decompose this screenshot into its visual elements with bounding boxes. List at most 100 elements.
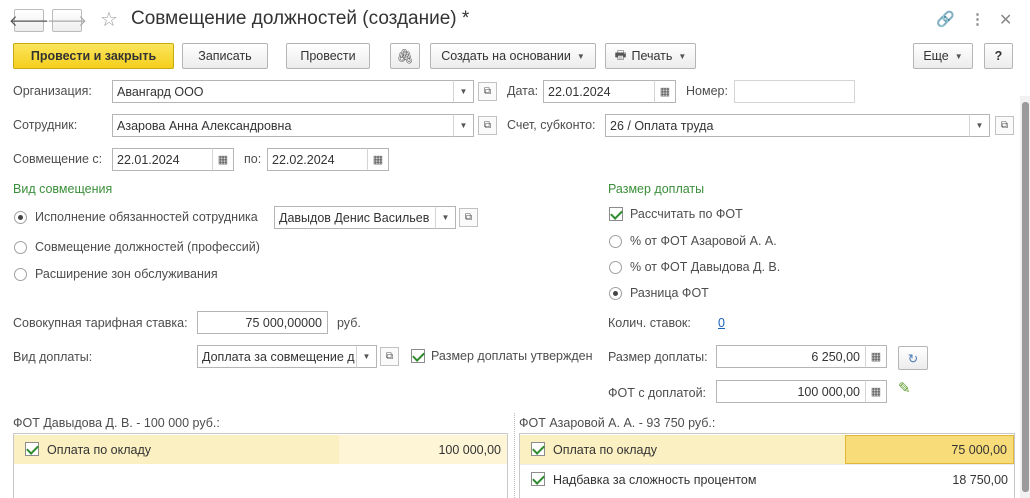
create-based-button[interactable]: Создать на основании ▼: [430, 43, 596, 69]
row-value[interactable]: 75 000,00: [845, 435, 1014, 464]
chevron-down-icon: ▼: [678, 51, 687, 61]
account-label: Счет, субконто:: [507, 118, 596, 132]
attach-button[interactable]: 🖇: [390, 43, 420, 69]
more-icon[interactable]: ⋮: [970, 10, 985, 28]
scrollbar-thumb[interactable]: [1022, 102, 1029, 492]
account-dropdown-button[interactable]: ▼: [969, 114, 990, 137]
kind-radio-1[interactable]: [14, 241, 27, 254]
vertical-scrollbar[interactable]: [1020, 96, 1030, 498]
open-icon: ⧉: [385, 351, 394, 362]
fot-total-label: ФОТ с доплатой:: [608, 386, 707, 400]
period-to-field[interactable]: 22.02.2024: [267, 148, 368, 171]
surcharge-type-value: Доплата за совмещение д: [202, 349, 355, 364]
tariff-field[interactable]: 75 000,00000: [197, 311, 328, 334]
forward-button[interactable]: 🡒: [47, 9, 87, 32]
arrow-left-icon: 🡐: [8, 13, 50, 30]
print-button[interactable]: 🖶 Печать ▼: [605, 43, 696, 69]
tariff-label: Совокупная тарифная ставка:: [13, 316, 188, 330]
period-from-value: 22.01.2024: [117, 152, 180, 167]
org-label: Организация:: [13, 84, 92, 98]
surcharge-radio-1[interactable]: [609, 261, 622, 274]
row-name: Оплата по окладу: [553, 443, 658, 457]
calculator-icon: ▦: [870, 351, 882, 363]
kind-option-label: Исполнение обязанностей сотрудника: [35, 210, 258, 224]
help-label: ?: [994, 49, 1003, 63]
org-value: Авангард ООО: [117, 84, 204, 99]
employee-field[interactable]: Азарова Анна Александровна: [112, 114, 454, 137]
replaced-employee-field[interactable]: Давыдов Денис Васильев: [274, 206, 436, 229]
replaced-employee-dropdown-button[interactable]: ▼: [435, 206, 456, 229]
help-button[interactable]: ?: [984, 43, 1013, 69]
post-button[interactable]: Провести: [286, 43, 370, 69]
approved-checkbox[interactable]: [411, 349, 425, 363]
org-dropdown-button[interactable]: ▼: [453, 80, 474, 103]
employee-open-button[interactable]: ⧉: [478, 116, 497, 135]
surcharge-type-dropdown-button[interactable]: ▼: [356, 345, 377, 368]
refresh-icon: ↻: [907, 351, 919, 366]
chevron-down-icon: ▼: [459, 87, 468, 96]
fot-total-field[interactable]: 100 000,00: [716, 380, 866, 403]
replaced-employee-open-button[interactable]: ⧉: [459, 208, 478, 227]
row-checkbox[interactable]: [531, 472, 545, 486]
print-label: Печать: [631, 49, 673, 63]
date-calendar-button[interactable]: ▦: [654, 80, 676, 103]
divider: [514, 413, 515, 498]
row-checkbox[interactable]: [25, 442, 39, 456]
amount-field[interactable]: 6 250,00: [716, 345, 866, 368]
period-from-calendar-button[interactable]: ▦: [212, 148, 234, 171]
row-value: 100 000,00: [339, 435, 507, 464]
row-value: 18 750,00: [952, 472, 1008, 487]
surcharge-option-label: % от ФОТ Давыдова Д. В.: [630, 260, 781, 274]
number-label: Номер:: [686, 84, 728, 98]
refresh-button[interactable]: ↻: [898, 346, 928, 370]
close-icon[interactable]: ✕: [999, 10, 1012, 30]
surcharge-type-field[interactable]: Доплата за совмещение д: [197, 345, 357, 368]
post-close-label: Провести и закрыть: [30, 49, 157, 63]
account-field[interactable]: 26 / Оплата труда: [605, 114, 970, 137]
amount-calc-button[interactable]: ▦: [865, 345, 887, 368]
kind-radio-0[interactable]: [14, 211, 27, 224]
account-open-button[interactable]: ⧉: [995, 116, 1014, 135]
calc-by-fot-checkbox[interactable]: [609, 207, 623, 221]
fot-right-caption: ФОТ Азаровой А. А. - 93 750 руб.:: [519, 416, 716, 430]
date-label: Дата:: [507, 84, 539, 98]
org-open-button[interactable]: ⧉: [478, 82, 497, 101]
kind-radio-2[interactable]: [14, 268, 27, 281]
amount-value: 6 250,00: [811, 349, 860, 364]
save-button[interactable]: Записать: [182, 43, 268, 69]
post-label: Провести: [300, 49, 356, 63]
number-field[interactable]: [734, 80, 855, 103]
surcharge-type-label: Вид доплаты:: [13, 350, 93, 364]
employee-value: Азарова Анна Александровна: [117, 118, 292, 133]
printer-icon: 🖶: [614, 47, 627, 62]
date-value: 22.01.2024: [548, 84, 611, 99]
kind-heading: Вид совмещения: [13, 182, 113, 196]
account-value: 26 / Оплата труда: [610, 118, 714, 133]
star-icon[interactable]: ☆: [100, 7, 118, 32]
org-field[interactable]: Авангард ООО: [112, 80, 454, 103]
surcharge-type-open-button[interactable]: ⧉: [380, 347, 399, 366]
rates-link[interactable]: 0: [718, 316, 725, 330]
surcharge-radio-0[interactable]: [609, 235, 622, 248]
post-close-button[interactable]: Провести и закрыть: [13, 43, 174, 69]
period-to-calendar-button[interactable]: ▦: [367, 148, 389, 171]
table-row[interactable]: Оплата по окладу 100 000,00: [14, 435, 507, 464]
date-field[interactable]: 22.01.2024: [543, 80, 656, 103]
back-button[interactable]: 🡐: [9, 9, 49, 32]
more-button[interactable]: Еще ▼: [913, 43, 973, 69]
fot-total-value: 100 000,00: [797, 384, 860, 399]
link-icon[interactable]: 🔗: [936, 10, 955, 28]
replaced-employee-value: Давыдов Денис Васильев: [279, 210, 430, 225]
row-checkbox[interactable]: [531, 442, 545, 456]
surcharge-option-label: Разница ФОТ: [630, 286, 709, 300]
save-label: Записать: [198, 49, 252, 63]
table-row[interactable]: Надбавка за сложность процентом 18 750,0…: [520, 464, 1014, 493]
pencil-icon[interactable]: ✎: [898, 379, 911, 397]
chevron-down-icon: ▼: [362, 352, 371, 361]
fot-total-calc-button[interactable]: ▦: [865, 380, 887, 403]
period-from-field[interactable]: 22.01.2024: [112, 148, 213, 171]
table-row[interactable]: Оплата по окладу 75 000,00: [520, 435, 1014, 464]
employee-dropdown-button[interactable]: ▼: [453, 114, 474, 137]
more-label: Еще: [923, 49, 949, 63]
surcharge-radio-2[interactable]: [609, 287, 622, 300]
